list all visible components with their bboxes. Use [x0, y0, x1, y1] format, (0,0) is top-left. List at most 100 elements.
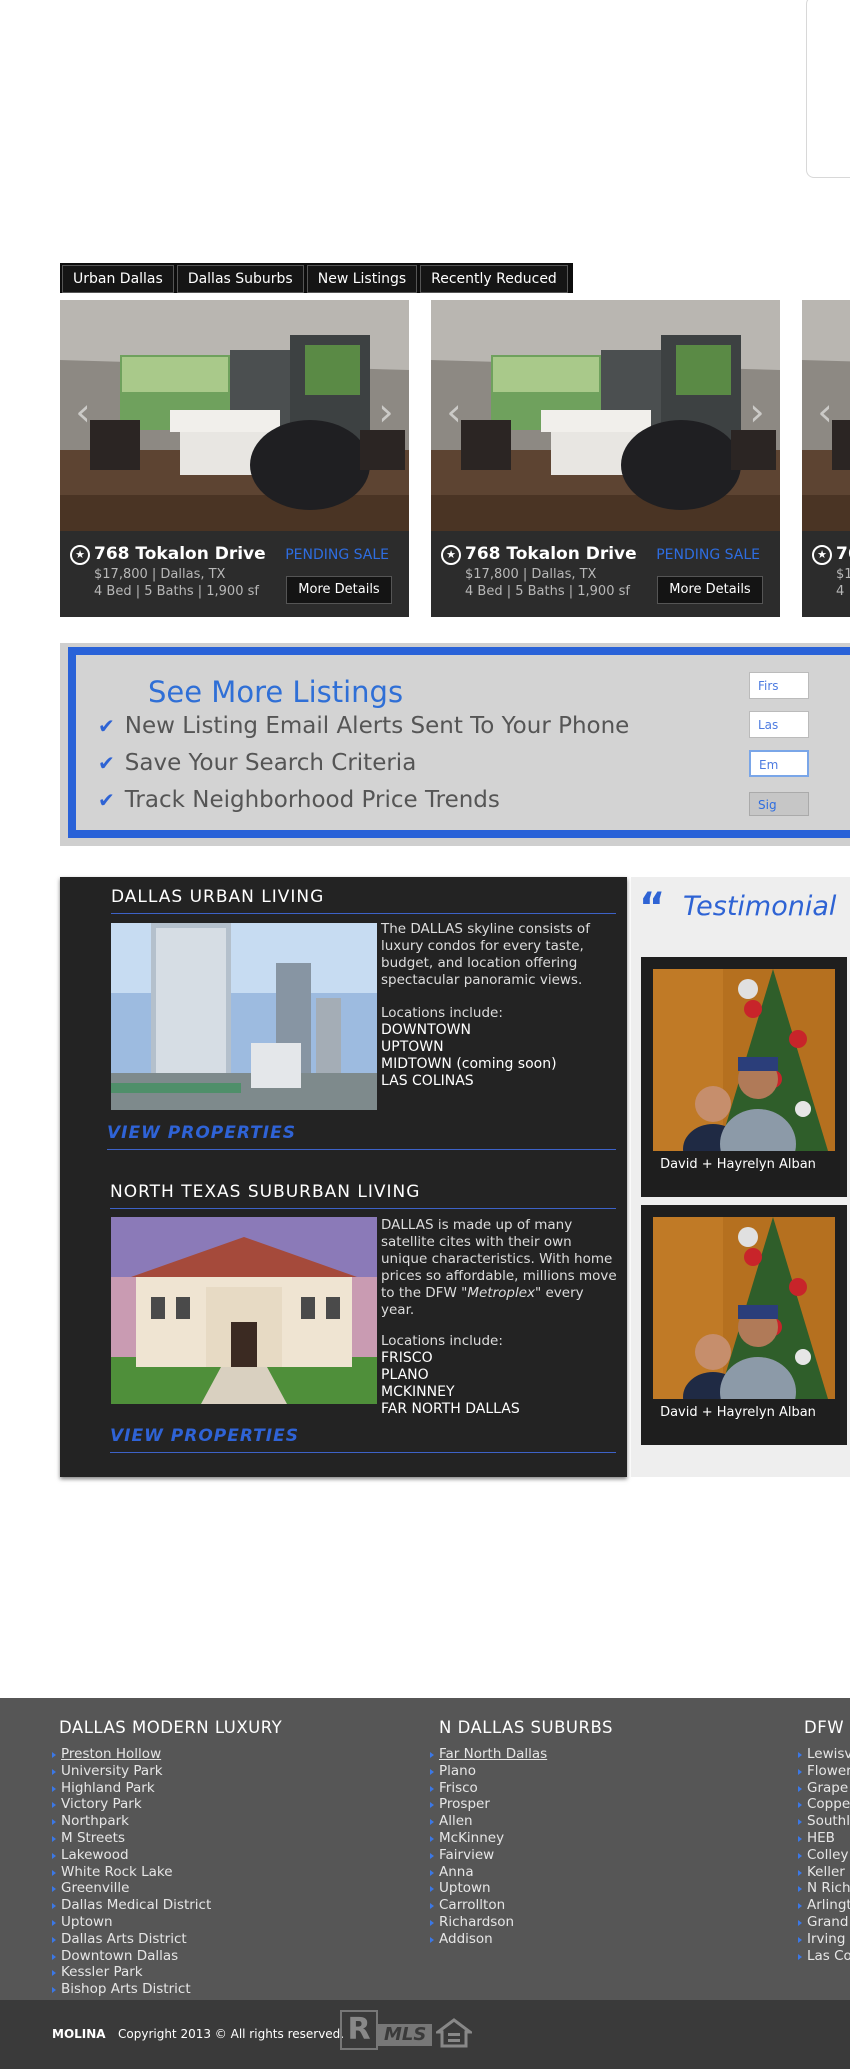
footer-link[interactable]: Grand	[798, 1914, 850, 1931]
footer-link[interactable]: White Rock Lake	[52, 1864, 211, 1881]
footer-link[interactable]: HEB	[798, 1830, 850, 1847]
favorite-star-icon[interactable]: ★	[812, 545, 832, 565]
footer-link[interactable]: Flower	[798, 1763, 850, 1780]
footer-link[interactable]: Grape	[798, 1780, 850, 1797]
suburban-title: NORTH TEXAS SUBURBAN LIVING	[110, 1182, 421, 1202]
tab-dallas-suburbs[interactable]: Dallas Suburbs	[176, 265, 304, 293]
view-properties-link[interactable]: VIEW PROPERTIES	[110, 1426, 299, 1446]
equal-housing-icon	[436, 2018, 472, 2048]
suburban-description: DALLAS is made up of many satellite cite…	[381, 1217, 617, 1318]
prev-arrow-icon[interactable]: ‹	[64, 392, 102, 432]
footer-link[interactable]: Highland Park	[52, 1780, 211, 1797]
footer-link[interactable]: Allen	[430, 1813, 547, 1830]
footer-link[interactable]: University Park	[52, 1763, 211, 1780]
footer-link[interactable]: Far North Dallas	[430, 1746, 547, 1763]
urban-location: UPTOWN	[381, 1039, 444, 1055]
footer-link[interactable]: Addison	[430, 1931, 547, 1948]
listing-info: ★ 768 Tokalon Drive PENDING SALE $17,800…	[60, 531, 409, 617]
urban-locations-label: Locations include:	[381, 1005, 503, 1021]
prev-arrow-icon[interactable]: ‹	[806, 392, 844, 432]
footer-link[interactable]: Plano	[430, 1763, 547, 1780]
suburban-location: FRISCO	[381, 1350, 433, 1366]
last-name-field[interactable]: Las	[749, 711, 809, 738]
footer-link[interactable]: Victory Park	[52, 1796, 211, 1813]
footer-link[interactable]: Lewisv	[798, 1746, 850, 1763]
footer-link[interactable]: Uptown	[52, 1914, 211, 1931]
footer-link[interactable]: Frisco	[430, 1780, 547, 1797]
footer-link[interactable]: Lakewood	[52, 1847, 211, 1864]
next-arrow-icon[interactable]: ›	[738, 392, 776, 432]
footer-link[interactable]: Fairview	[430, 1847, 547, 1864]
check-icon: ✔	[98, 751, 115, 775]
testimonial-card[interactable]: David + Hayrelyn Alban	[641, 957, 847, 1197]
listing-status: PENDING SALE	[285, 547, 389, 563]
divider	[110, 1208, 616, 1209]
footer-link[interactable]: N Richl	[798, 1880, 850, 1897]
testimonials-title: Testimonial	[683, 891, 837, 922]
footer-link[interactable]: Irving	[798, 1931, 850, 1948]
urban-location: LAS COLINAS	[381, 1073, 474, 1089]
footer-link[interactable]: McKinney	[430, 1830, 547, 1847]
footer-link[interactable]: M Streets	[52, 1830, 211, 1847]
divider	[107, 1149, 616, 1150]
tab-urban-dallas[interactable]: Urban Dallas	[62, 265, 174, 293]
footer-link[interactable]: Downtown Dallas	[52, 1948, 211, 1965]
testimonial-caption: David + Hayrelyn Alban	[660, 1405, 816, 1420]
tab-new-listings[interactable]: New Listings	[306, 265, 418, 293]
urban-title: DALLAS URBAN LIVING	[111, 887, 325, 907]
quote-icon: “	[639, 885, 666, 931]
footer-link[interactable]: Uptown	[430, 1880, 547, 1897]
prev-arrow-icon[interactable]: ‹	[435, 392, 473, 432]
testimonials-panel: “ Testimonial David + Hayrelyn Alban Dav…	[631, 877, 850, 1477]
footer-link-list: Far North Dallas Plano Frisco Prosper Allen M…	[430, 1746, 547, 1948]
more-details-button[interactable]: More Details	[657, 576, 763, 604]
footer-link[interactable]: Northpark	[52, 1813, 211, 1830]
footer-link[interactable]: Colley	[798, 1847, 850, 1864]
listing-card[interactable]: ‹ › ★ 768 Tokalon Drive PENDING SALE $17…	[431, 300, 780, 617]
footer-link[interactable]: Southl	[798, 1813, 850, 1830]
copyright-bar: MOLINA Copyright 2013 © All rights reser…	[0, 2000, 850, 2069]
footer-link[interactable]: Las Co	[798, 1948, 850, 1965]
footer-column-title: DFW	[804, 1718, 845, 1737]
tab-recently-reduced[interactable]: Recently Reduced	[420, 265, 568, 293]
listing-tabs: Urban Dallas Dallas Suburbs New Listings…	[60, 263, 573, 293]
footer-link[interactable]: Arlingt	[798, 1897, 850, 1914]
email-field[interactable]: Em	[749, 750, 809, 777]
listing-card[interactable]: ‹ ★ 76 $1 4	[802, 300, 850, 617]
sign-up-button[interactable]: Sig	[749, 792, 809, 816]
listing-info: ★ 76 $1 4	[802, 531, 850, 617]
urban-location: MIDTOWN (coming soon)	[381, 1056, 557, 1072]
footer-link[interactable]: Dallas Medical District	[52, 1897, 211, 1914]
see-more-listings-panel: See More Listings ✔ New Listing Email Ale…	[60, 643, 850, 846]
footer-link[interactable]: Anna	[430, 1864, 547, 1881]
footer-link[interactable]: Greenville	[52, 1880, 211, 1897]
check-icon: ✔	[98, 714, 115, 738]
footer-link[interactable]: Kessler Park	[52, 1964, 211, 1981]
listing-address[interactable]: 768 Tokalon Drive	[465, 544, 637, 564]
more-details-button[interactable]: More Details	[286, 576, 392, 604]
urban-location: DOWNTOWN	[381, 1022, 472, 1038]
testimonial-card[interactable]: David + Hayrelyn Alban	[641, 1205, 847, 1445]
view-properties-link[interactable]: VIEW PROPERTIES	[107, 1123, 296, 1143]
next-arrow-icon[interactable]: ›	[367, 392, 405, 432]
footer-link[interactable]: Bishop Arts District	[52, 1981, 211, 1998]
listing-price: $17,800 | Dallas, TX	[94, 567, 226, 582]
listing-address[interactable]: 768 Tokalon Drive	[94, 544, 266, 564]
listing-card[interactable]: ‹ › ★ 768 Tokalon Drive PENDING SALE $17…	[60, 300, 409, 617]
footer-link[interactable]: Preston Hollow	[52, 1746, 211, 1763]
footer-link[interactable]: Coppe	[798, 1796, 850, 1813]
neighborhoods-panel: DALLAS URBAN LIVING The DALLAS skyline c…	[60, 877, 627, 1477]
footer-link[interactable]: Prosper	[430, 1796, 547, 1813]
listing-address[interactable]: 76	[836, 544, 850, 564]
listing-specs: 4 Bed | 5 Baths | 1,900 sf	[94, 584, 259, 599]
listing-price: $1	[836, 567, 850, 582]
footer-link[interactable]: Richardson	[430, 1914, 547, 1931]
footer-link-list: Preston Hollow University Park Highland Pa…	[52, 1746, 211, 1998]
favorite-star-icon[interactable]: ★	[70, 545, 90, 565]
footer-link[interactable]: Dallas Arts District	[52, 1931, 211, 1948]
cta-benefit: ✔ Track Neighborhood Price Trends	[98, 787, 500, 813]
footer-link[interactable]: Keller	[798, 1864, 850, 1881]
footer-link[interactable]: Carrollton	[430, 1897, 547, 1914]
first-name-field[interactable]: Firs	[749, 672, 809, 699]
favorite-star-icon[interactable]: ★	[441, 545, 461, 565]
